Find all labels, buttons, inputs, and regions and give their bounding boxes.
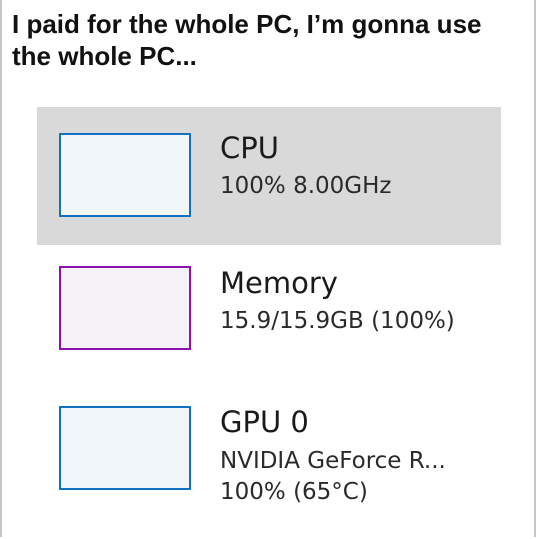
meme-caption: I paid for the whole PC, I’m gonna use t… — [12, 8, 532, 72]
cpu-title: CPU — [220, 131, 279, 165]
caption-line-2: the whole PC... — [12, 41, 197, 71]
gpu-title: GPU 0 — [220, 405, 309, 439]
cpu-detail: 100% 8.00GHz — [220, 173, 392, 199]
gpu-model: NVIDIA GeForce R... — [220, 448, 446, 474]
cpu-usage-graph-thumbnail — [59, 133, 191, 217]
performance-item-cpu[interactable]: CPU 100% 8.00GHz — [37, 107, 501, 245]
caption-line-1: I paid for the whole PC, I’m gonna use — [12, 9, 482, 39]
gpu-usage-temperature: 100% (65°C) — [220, 479, 368, 505]
performance-item-memory[interactable]: Memory 15.9/15.9GB (100%) — [37, 246, 501, 384]
memory-usage-graph-thumbnail — [59, 266, 191, 350]
performance-item-gpu-0[interactable]: GPU 0 NVIDIA GeForce R... 100% (65°C) — [37, 385, 501, 523]
gpu-usage-graph-thumbnail — [59, 406, 191, 490]
memory-title: Memory — [220, 266, 338, 300]
memory-detail: 15.9/15.9GB (100%) — [220, 308, 455, 334]
